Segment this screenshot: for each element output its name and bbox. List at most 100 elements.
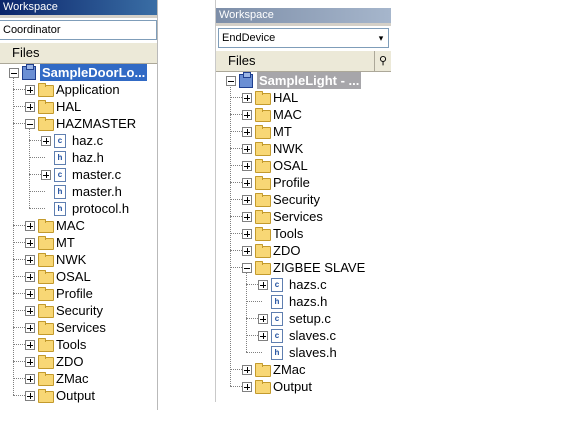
tree-item-output[interactable]: Output	[0, 387, 157, 404]
tree-item-zigbee-slave[interactable]: ZIGBEE SLAVE	[216, 259, 391, 276]
folder-icon	[255, 227, 271, 241]
collapse-minus-icon[interactable]	[226, 76, 236, 86]
tree-item-label: Profile	[273, 175, 310, 190]
expand-plus-icon[interactable]	[25, 357, 35, 367]
tree-item-mt[interactable]: MT	[0, 234, 157, 251]
divider	[216, 23, 391, 26]
expand-plus-icon[interactable]	[25, 289, 35, 299]
tree-item-label: MT	[56, 235, 75, 250]
tree-item-label: OSAL	[56, 269, 91, 284]
tree-item-label: master.h	[72, 184, 122, 199]
tree-item-master-h[interactable]: h master.h	[0, 183, 157, 200]
configuration-select[interactable]: EndDevice ▾	[218, 28, 389, 48]
expand-plus-icon[interactable]	[242, 212, 252, 222]
tree-item-mac[interactable]: MAC	[216, 106, 391, 123]
expand-plus-icon[interactable]	[25, 85, 35, 95]
folder-icon	[38, 338, 54, 352]
tree-item-hal[interactable]: HAL	[216, 89, 391, 106]
tree-item-label: Profile	[56, 286, 93, 301]
c-source-file-icon: c	[54, 168, 66, 182]
tree-root-sampledoorlo[interactable]: SampleDoorLo...	[0, 64, 157, 81]
build-status-column-icon[interactable]: ⚲	[374, 51, 391, 71]
tree-item-haz-h[interactable]: h haz.h	[0, 149, 157, 166]
tree-item-slaves-c[interactable]: c slaves.c	[216, 327, 391, 344]
project-icon	[239, 72, 253, 88]
chevron-down-icon[interactable]: ▾	[374, 29, 388, 47]
files-header-label: Files	[228, 53, 256, 68]
expand-plus-icon[interactable]	[25, 238, 35, 248]
tree-item-master-c[interactable]: c master.c	[0, 166, 157, 183]
expand-plus-icon[interactable]	[242, 382, 252, 392]
tree-item-mac[interactable]: MAC	[0, 217, 157, 234]
tree-item-zdo[interactable]: ZDO	[0, 353, 157, 370]
tree-item-hazmaster[interactable]: HAZMASTER	[0, 115, 157, 132]
expand-plus-icon[interactable]	[242, 246, 252, 256]
tree-item-slaves-h[interactable]: h slaves.h	[216, 344, 391, 361]
tree-root-samplelight[interactable]: SampleLight - ... ✔	[216, 72, 391, 89]
tree-item-protocol-h[interactable]: h protocol.h	[0, 200, 157, 217]
collapse-minus-icon[interactable]	[25, 119, 35, 129]
tree-item-zdo[interactable]: ZDO	[216, 242, 391, 259]
tree-item-services[interactable]: Services	[216, 208, 391, 225]
tree-item-profile[interactable]: Profile	[0, 285, 157, 302]
collapse-minus-icon[interactable]	[9, 68, 19, 78]
tree-item-osal[interactable]: OSAL	[0, 268, 157, 285]
expand-plus-icon[interactable]	[242, 178, 252, 188]
collapse-minus-icon[interactable]	[242, 263, 252, 273]
expand-plus-icon[interactable]	[242, 229, 252, 239]
expand-plus-icon[interactable]	[25, 306, 35, 316]
expand-plus-icon[interactable]	[25, 374, 35, 384]
tree-item-osal[interactable]: OSAL	[216, 157, 391, 174]
tree-connector-line	[29, 191, 45, 192]
tree-item-label: Tools	[273, 226, 304, 241]
expand-plus-icon[interactable]	[258, 280, 268, 290]
expand-plus-icon[interactable]	[25, 221, 35, 231]
tree-item-setup-c[interactable]: c setup.c	[216, 310, 391, 327]
expand-plus-icon[interactable]	[242, 110, 252, 120]
tree-item-security[interactable]: Security	[0, 302, 157, 319]
tree-item-output[interactable]: Output	[216, 378, 391, 395]
expand-plus-icon[interactable]	[41, 170, 51, 180]
tree-item-security[interactable]: Security	[216, 191, 391, 208]
expand-plus-icon[interactable]	[25, 340, 35, 350]
file-tree: SampleLight - ... ✔ HAL MAC MT NWK OSAL Profile…	[216, 72, 391, 395]
tree-item-tools[interactable]: Tools	[0, 336, 157, 353]
expand-plus-icon[interactable]	[25, 102, 35, 112]
expand-plus-icon[interactable]	[25, 323, 35, 333]
tree-item-services[interactable]: Services	[0, 319, 157, 336]
tree-item-tools[interactable]: Tools	[216, 225, 391, 242]
tree-item-hal[interactable]: HAL	[0, 98, 157, 115]
configuration-select[interactable]: Coordinator	[0, 20, 157, 40]
expand-plus-icon[interactable]	[25, 255, 35, 265]
tree-connector-line	[230, 85, 231, 386]
tree-item-zmac[interactable]: ZMac	[0, 370, 157, 387]
folder-icon	[255, 125, 271, 139]
tree-item-nwk[interactable]: NWK	[216, 140, 391, 157]
expand-plus-icon[interactable]	[242, 365, 252, 375]
expand-plus-icon[interactable]	[41, 136, 51, 146]
tree-item-mt[interactable]: MT	[216, 123, 391, 140]
files-column-header[interactable]: Files	[0, 42, 157, 64]
divider	[0, 15, 157, 18]
expand-plus-icon[interactable]	[242, 93, 252, 103]
expand-plus-icon[interactable]	[258, 314, 268, 324]
expand-plus-icon[interactable]	[258, 331, 268, 341]
tree-item-profile[interactable]: Profile	[216, 174, 391, 191]
folder-icon	[255, 363, 271, 377]
tree-item-nwk[interactable]: NWK	[0, 251, 157, 268]
tree-item-zmac[interactable]: ZMac	[216, 361, 391, 378]
c-source-file-icon: c	[54, 134, 66, 148]
files-column-header[interactable]: Files ⚲	[216, 50, 391, 72]
expand-plus-icon[interactable]	[242, 144, 252, 154]
tree-item-hazs-c[interactable]: c hazs.c	[216, 276, 391, 293]
expand-plus-icon[interactable]	[242, 161, 252, 171]
tree-item-haz-c[interactable]: c haz.c	[0, 132, 157, 149]
expand-plus-icon[interactable]	[242, 127, 252, 137]
tree-item-application[interactable]: Application	[0, 81, 157, 98]
expand-plus-icon[interactable]	[25, 272, 35, 282]
expand-plus-icon[interactable]	[242, 195, 252, 205]
expand-plus-icon[interactable]	[25, 391, 35, 401]
tree-item-hazs-h[interactable]: h hazs.h	[216, 293, 391, 310]
tree-item-label: Services	[273, 209, 323, 224]
tree-item-label: slaves.h	[289, 345, 337, 360]
